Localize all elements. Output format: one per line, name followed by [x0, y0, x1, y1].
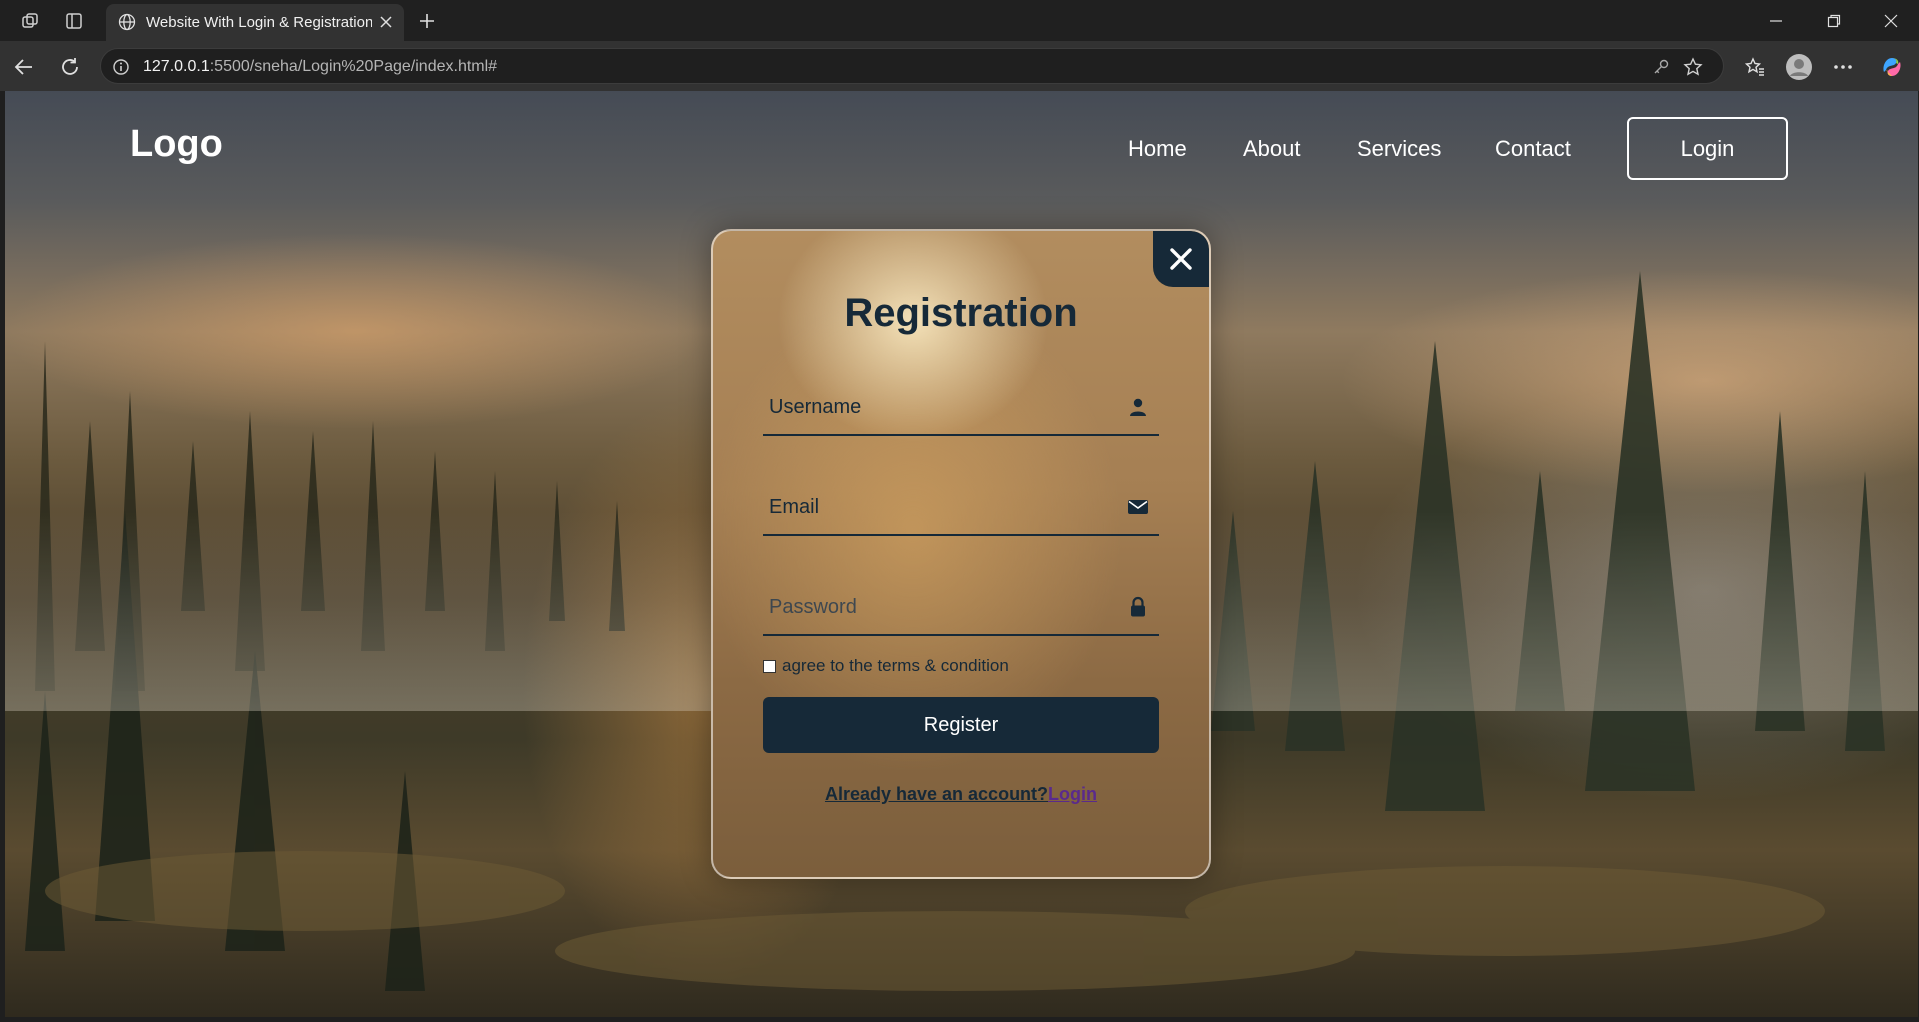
terms-label: agree to the terms & condition: [782, 656, 1009, 675]
header-login-button[interactable]: Login: [1627, 117, 1788, 180]
nav-about[interactable]: About: [1243, 136, 1301, 162]
close-icon: [1170, 248, 1192, 270]
password-field[interactable]: Password: [763, 580, 1159, 636]
page-viewport: Logo Home About Services Contact Login R…: [5, 91, 1918, 1017]
url-text: 127.0.0.1:5500/sneha/Login%20Page/index.…: [143, 58, 498, 75]
more-options-icon[interactable]: [1829, 53, 1857, 81]
new-tab-icon[interactable]: [414, 8, 440, 34]
lock-icon: [1127, 596, 1149, 618]
mail-icon: [1127, 496, 1149, 518]
favorite-star-icon[interactable]: [1683, 57, 1703, 77]
globe-icon: [118, 13, 136, 36]
vertical-tabs-icon[interactable]: [60, 8, 88, 34]
restore-icon[interactable]: [1814, 8, 1854, 34]
browser-tab-bar: Website With Login & Registration: [0, 0, 1919, 41]
close-window-icon[interactable]: [1871, 8, 1911, 34]
copilot-icon[interactable]: [1878, 53, 1906, 81]
terms-checkbox[interactable]: [763, 659, 776, 673]
address-bar[interactable]: 127.0.0.1:5500/sneha/Login%20Page/index.…: [100, 48, 1724, 84]
form-title: Registration: [844, 291, 1078, 335]
register-button[interactable]: Register: [763, 697, 1159, 753]
minimize-icon[interactable]: [1756, 8, 1796, 34]
username-placeholder: Username: [769, 396, 862, 418]
switch-to-login: Already have an account?Login: [713, 784, 1209, 805]
password-placeholder: Password: [769, 596, 857, 618]
profile-avatar-icon[interactable]: [1785, 53, 1813, 81]
site-logo[interactable]: Logo: [130, 123, 223, 166]
close-form-button[interactable]: [1153, 231, 1209, 287]
tab-title: Website With Login & Registration: [146, 14, 372, 31]
site-info-icon[interactable]: [111, 57, 131, 77]
email-field[interactable]: Email: [763, 480, 1159, 536]
switch-text: Already have an account?: [824, 784, 1049, 804]
nav-home[interactable]: Home: [1128, 136, 1187, 162]
nav-contact[interactable]: Contact: [1495, 136, 1571, 162]
switch-login-link[interactable]: Login: [1048, 784, 1097, 804]
nav-services[interactable]: Services: [1357, 136, 1441, 162]
tab-close-icon[interactable]: [378, 14, 394, 30]
password-key-icon[interactable]: [1651, 57, 1671, 77]
workspaces-icon[interactable]: [16, 8, 44, 34]
terms-row: agree to the terms & condition: [763, 656, 1009, 676]
username-field[interactable]: Username: [763, 380, 1159, 436]
email-placeholder: Email: [769, 496, 820, 518]
registration-form: Registration Username Email Password agr…: [711, 229, 1211, 879]
reload-icon[interactable]: [56, 53, 84, 81]
site-header: Logo Home About Services Contact Login: [5, 91, 1918, 201]
favorites-icon[interactable]: [1741, 53, 1769, 81]
back-icon[interactable]: [10, 53, 38, 81]
person-icon: [1127, 396, 1149, 418]
browser-tab-active[interactable]: Website With Login & Registration: [106, 4, 404, 41]
browser-toolbar: 127.0.0.1:5500/sneha/Login%20Page/index.…: [0, 41, 1919, 91]
